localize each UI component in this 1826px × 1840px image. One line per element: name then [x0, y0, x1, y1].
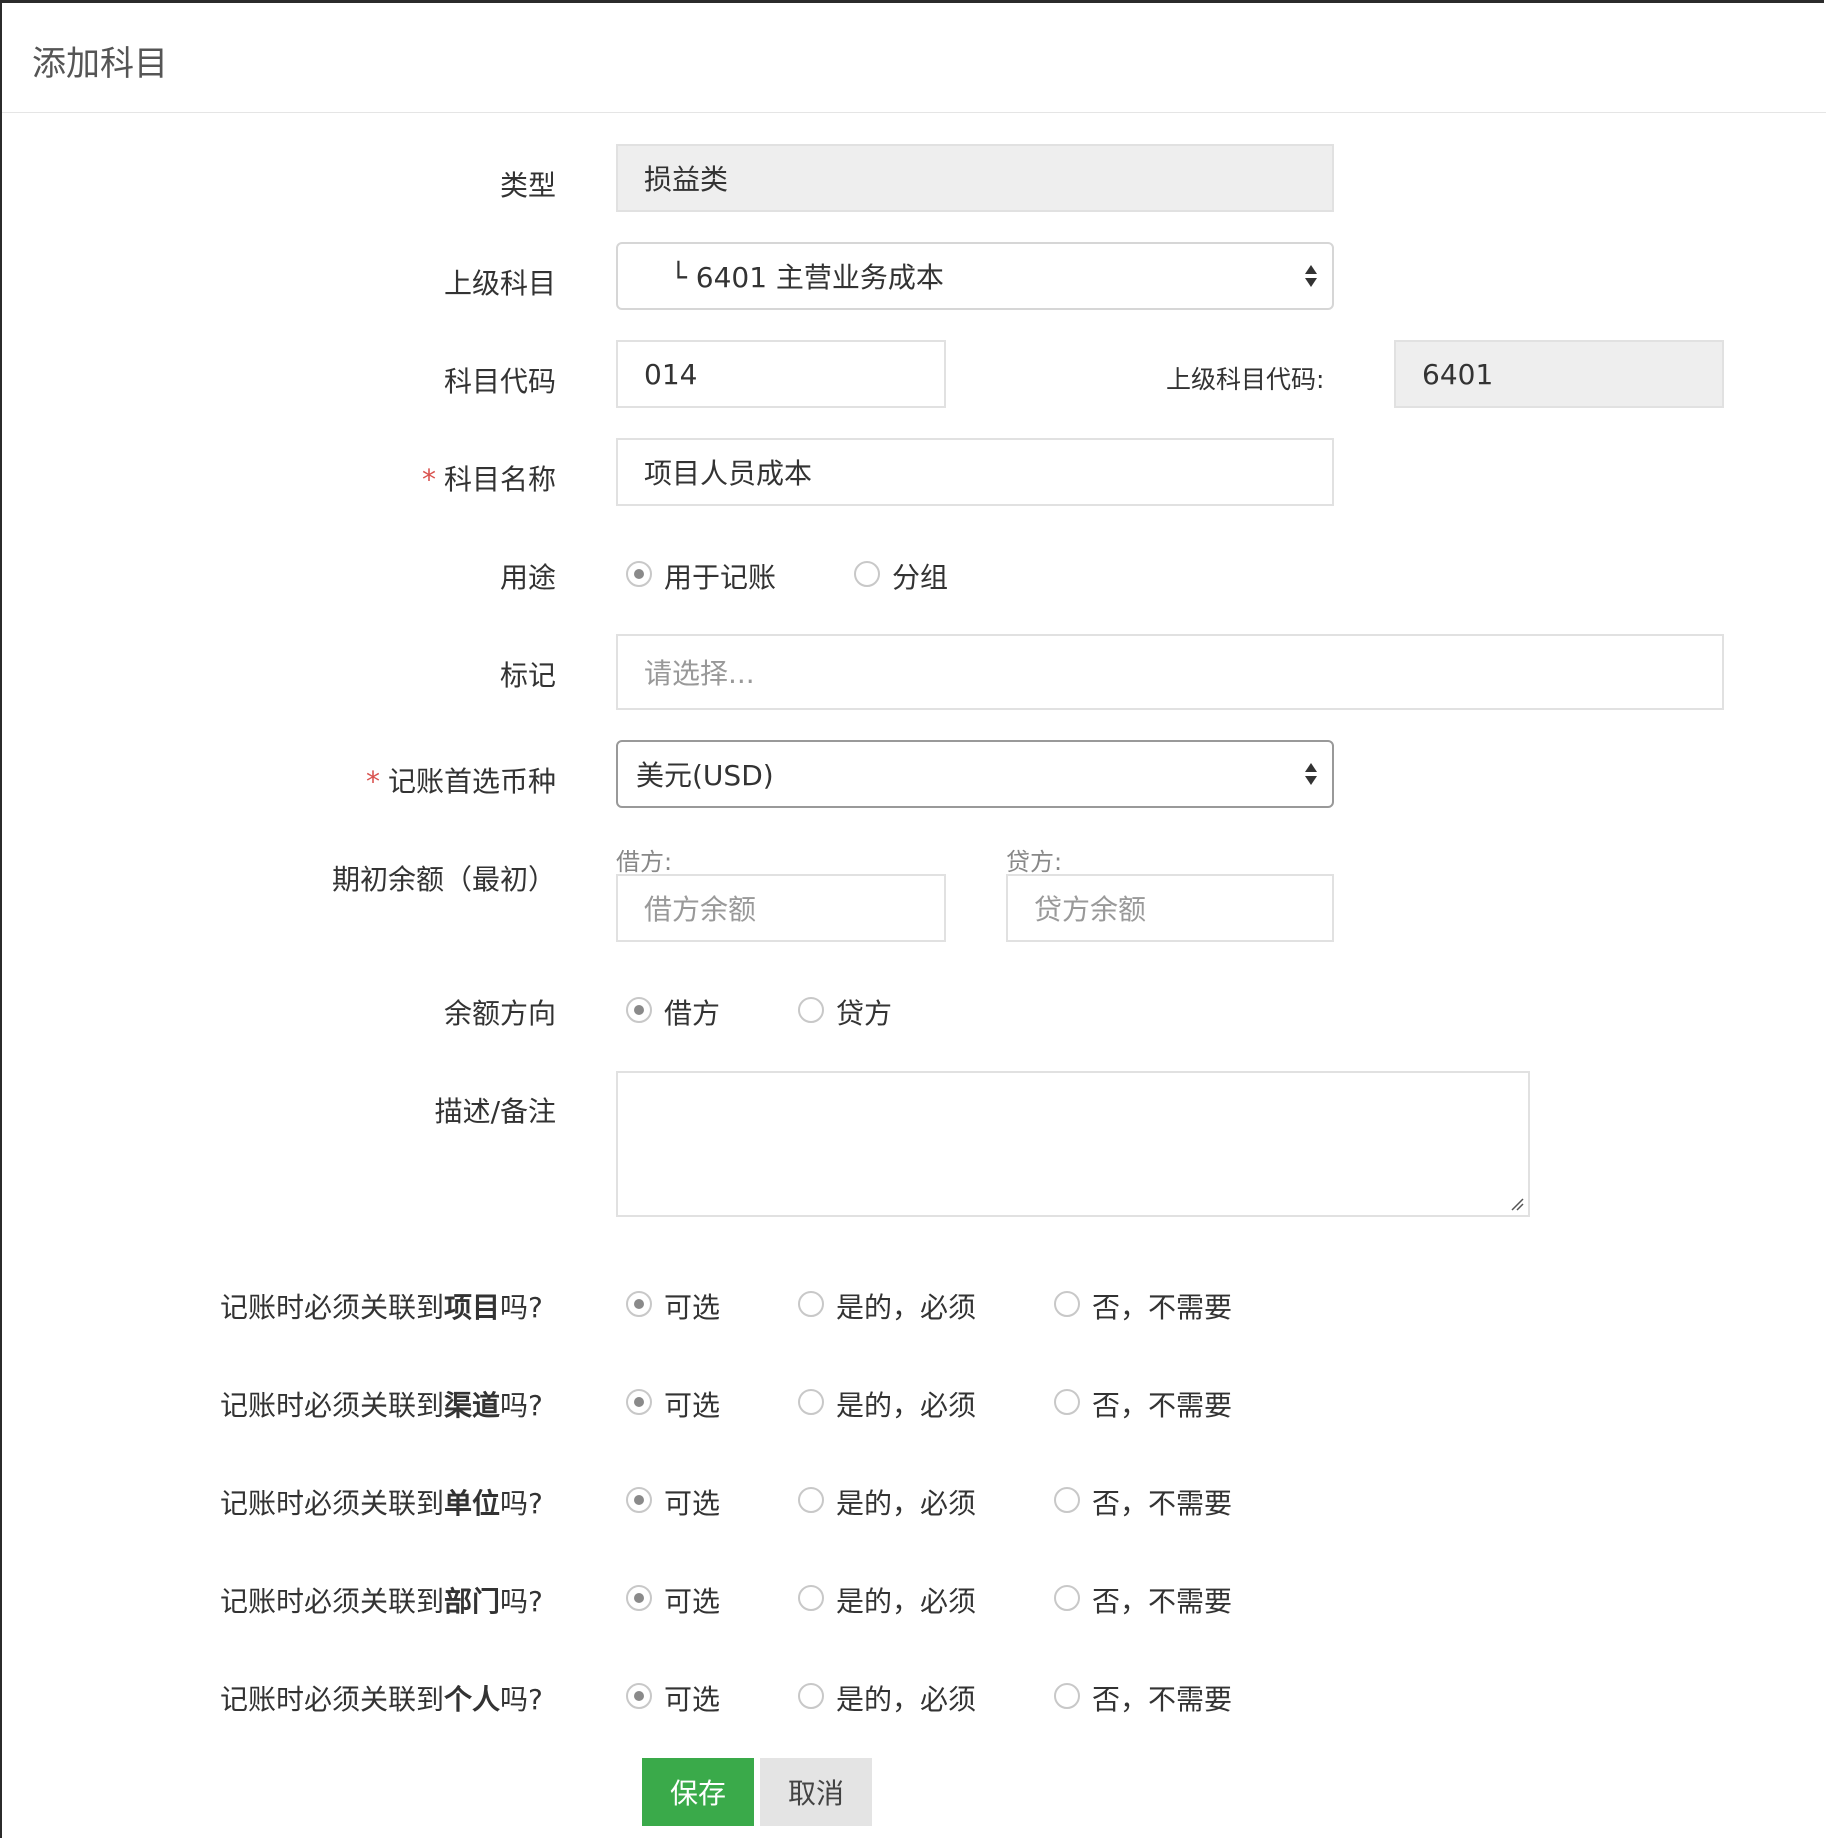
link-option-not-needed[interactable]: 否，不需要	[1092, 1286, 1232, 1326]
link-question-label: 记账时必须关联到项目吗?	[220, 1291, 543, 1324]
direction-radio-debit[interactable]	[626, 997, 652, 1023]
link-question-label: 记账时必须关联到渠道吗?	[220, 1389, 543, 1422]
link-radio-optional[interactable]	[626, 1389, 652, 1415]
link-question-label: 记账时必须关联到个人吗?	[220, 1683, 543, 1716]
usage-radio-group[interactable]	[854, 561, 880, 587]
account-name-label: * 科目名称	[421, 463, 556, 496]
parent-account-label: 上级科目	[443, 267, 556, 300]
credit-balance-input[interactable]: 贷方余额	[1006, 874, 1334, 942]
currency-value: 美元(USD)	[636, 759, 774, 792]
link-radio-not-needed[interactable]	[1054, 1683, 1080, 1709]
type-label: 类型	[499, 169, 556, 202]
link-radio-required[interactable]	[798, 1683, 824, 1709]
debit-label: 借方:	[616, 848, 673, 876]
direction-radio-credit[interactable]	[798, 997, 824, 1023]
account-code-value: 014	[644, 357, 698, 391]
credit-label: 贷方:	[1006, 848, 1063, 876]
balance-direction-label: 余额方向	[443, 997, 556, 1030]
link-radio-not-needed[interactable]	[1054, 1291, 1080, 1317]
opening-balance-label: 期初余额（最初）	[331, 863, 556, 896]
select-arrows-icon	[1305, 763, 1317, 785]
debit-placeholder: 借方余额	[644, 893, 757, 926]
direction-option-debit[interactable]: 借方	[664, 992, 720, 1032]
parent-code-field: 6401	[1394, 340, 1724, 408]
parent-account-select[interactable]: └ 6401 主营业务成本	[616, 242, 1334, 310]
link-option-required[interactable]: 是的，必须	[836, 1678, 976, 1718]
link-option-not-needed[interactable]: 否，不需要	[1092, 1580, 1232, 1620]
link-option-not-needed[interactable]: 否，不需要	[1092, 1678, 1232, 1718]
currency-label: * 记账首选币种	[365, 765, 556, 798]
debit-balance-input[interactable]: 借方余额	[616, 874, 946, 942]
parent-code-label: 上级科目代码:	[1166, 365, 1325, 394]
link-radio-required[interactable]	[798, 1389, 824, 1415]
credit-placeholder: 贷方余额	[1034, 893, 1147, 926]
link-radio-optional[interactable]	[626, 1291, 652, 1317]
link-radio-required[interactable]	[798, 1585, 824, 1611]
usage-option-group[interactable]: 分组	[892, 556, 948, 596]
account-name-input[interactable]: 项目人员成本	[616, 438, 1334, 506]
description-label: 描述/备注	[434, 1095, 556, 1128]
link-option-optional[interactable]: 可选	[664, 1384, 720, 1424]
save-button[interactable]: 保存	[642, 1758, 754, 1826]
link-option-required[interactable]: 是的，必须	[836, 1384, 976, 1424]
link-radio-optional[interactable]	[626, 1683, 652, 1709]
link-radio-not-needed[interactable]	[1054, 1389, 1080, 1415]
link-radio-optional[interactable]	[626, 1585, 652, 1611]
link-radio-not-needed[interactable]	[1054, 1585, 1080, 1611]
link-option-optional[interactable]: 可选	[664, 1482, 720, 1522]
link-option-not-needed[interactable]: 否，不需要	[1092, 1384, 1232, 1424]
type-value: 损益类	[644, 163, 729, 196]
link-option-required[interactable]: 是的，必须	[836, 1580, 976, 1620]
link-option-optional[interactable]: 可选	[664, 1286, 720, 1326]
tags-select[interactable]: 请选择...	[616, 634, 1724, 710]
select-arrows-icon	[1305, 265, 1317, 287]
usage-label: 用途	[499, 561, 556, 594]
required-mark: *	[421, 463, 436, 496]
modal-title: 添加科目	[32, 44, 168, 84]
cancel-button[interactable]: 取消	[760, 1758, 872, 1826]
link-question-label: 记账时必须关联到部门吗?	[220, 1585, 543, 1618]
resize-handle-icon[interactable]	[1510, 1197, 1524, 1211]
link-radio-required[interactable]	[798, 1487, 824, 1513]
description-textarea[interactable]	[616, 1071, 1530, 1217]
required-mark: *	[365, 765, 380, 798]
link-option-not-needed[interactable]: 否，不需要	[1092, 1482, 1232, 1522]
link-option-optional[interactable]: 可选	[664, 1580, 720, 1620]
type-field: 损益类	[616, 144, 1334, 212]
usage-radio-bookkeeping[interactable]	[626, 561, 652, 587]
direction-option-credit[interactable]: 贷方	[836, 992, 892, 1032]
currency-select[interactable]: 美元(USD)	[616, 740, 1334, 808]
tags-label: 标记	[499, 659, 556, 692]
link-option-required[interactable]: 是的，必须	[836, 1286, 976, 1326]
link-radio-optional[interactable]	[626, 1487, 652, 1513]
title-divider	[2, 112, 1826, 113]
account-code-input[interactable]: 014	[616, 340, 946, 408]
account-name-value: 项目人员成本	[644, 457, 813, 490]
link-radio-required[interactable]	[798, 1291, 824, 1317]
parent-code-value: 6401	[1422, 357, 1494, 391]
link-question-label: 记账时必须关联到单位吗?	[220, 1487, 543, 1520]
link-radio-not-needed[interactable]	[1054, 1487, 1080, 1513]
tags-placeholder: 请选择...	[644, 657, 755, 690]
account-code-label: 科目代码	[443, 365, 556, 398]
parent-account-value: └ 6401 主营业务成本	[670, 261, 944, 294]
usage-option-bookkeeping[interactable]: 用于记账	[664, 556, 776, 596]
link-option-required[interactable]: 是的，必须	[836, 1482, 976, 1522]
link-option-optional[interactable]: 可选	[664, 1678, 720, 1718]
